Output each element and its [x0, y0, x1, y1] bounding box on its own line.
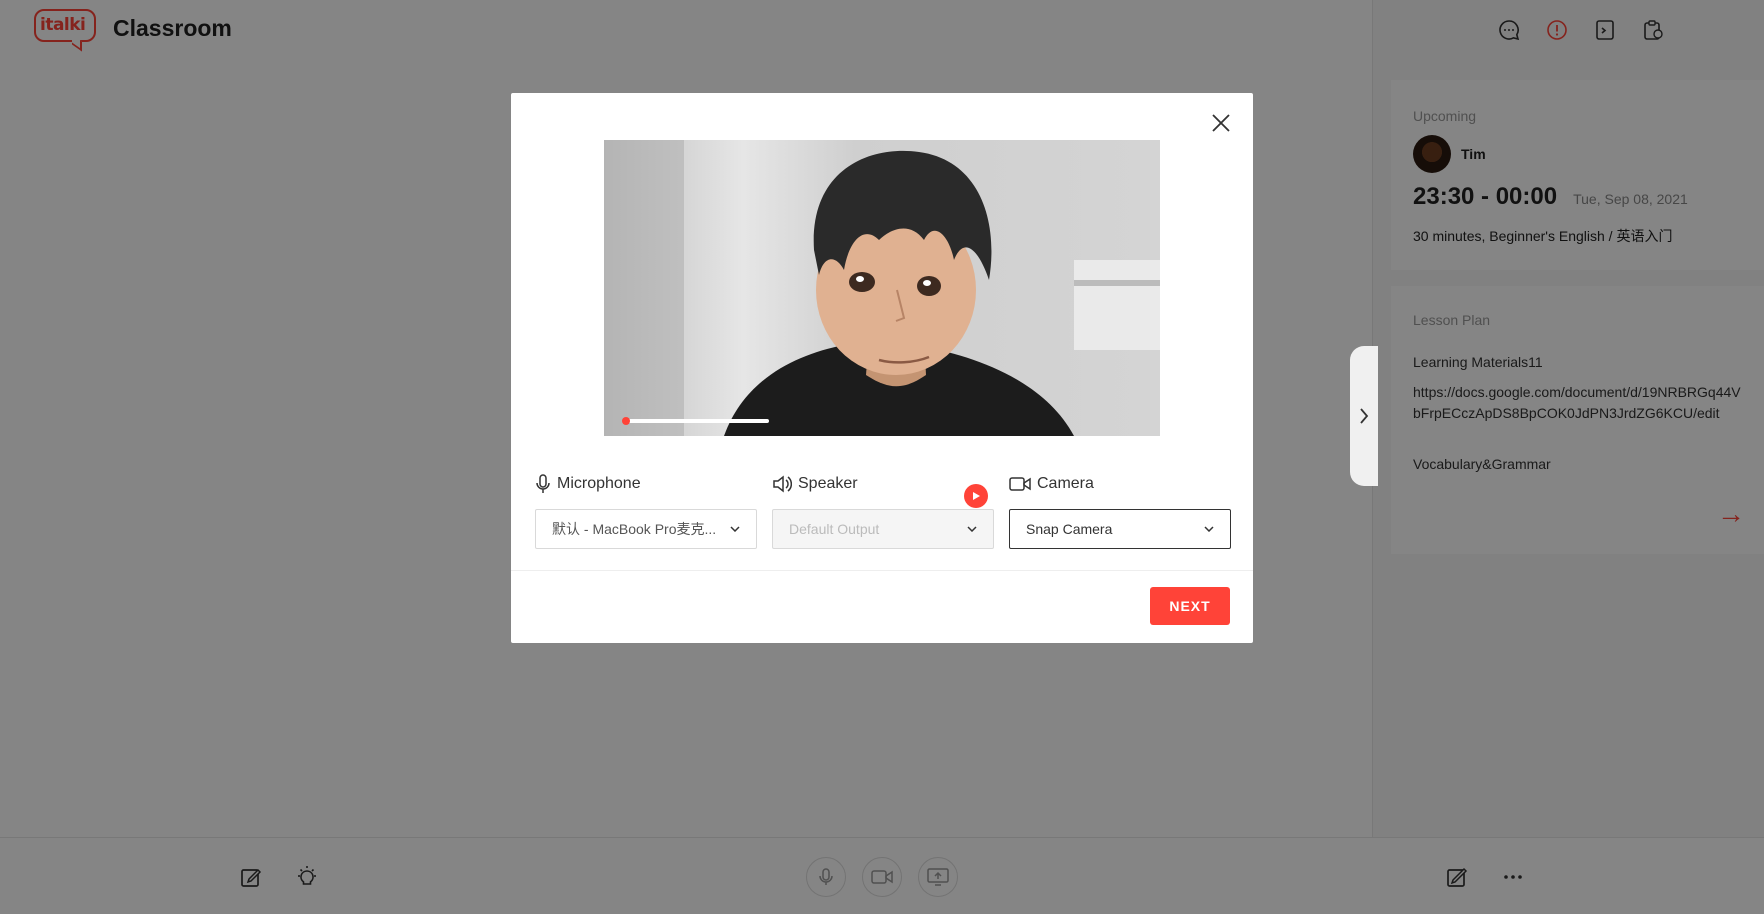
camera-preview-image [604, 140, 1160, 436]
camera-select[interactable]: Snap Camera [1009, 509, 1231, 549]
test-speaker-button[interactable] [964, 484, 988, 508]
chevron-down-icon [730, 526, 740, 532]
close-icon [1212, 114, 1230, 132]
microphone-select[interactable]: 默认 - MacBook Pro麦克... [535, 509, 757, 549]
speaker-label: Speaker [798, 475, 858, 492]
camera-label: Camera [1037, 475, 1094, 492]
speaker-selected-value: Default Output [789, 521, 880, 537]
camera-preview [604, 140, 1160, 436]
speaker-select[interactable]: Default Output [772, 509, 994, 549]
microphone-icon [536, 474, 550, 493]
close-button[interactable] [1208, 110, 1234, 136]
camera-group: Camera Snap Camera [1009, 473, 1231, 549]
chevron-right-icon [1360, 408, 1369, 424]
preview-progress-indicator [622, 417, 630, 425]
device-check-dialog: Microphone 默认 - MacBook Pro麦克... Speaker… [511, 93, 1253, 643]
microphone-selected-value: 默认 - MacBook Pro麦克... [552, 521, 717, 537]
collapse-sidebar-button[interactable] [1350, 346, 1378, 486]
preview-progress-bar [624, 419, 769, 423]
video-camera-icon [1009, 477, 1031, 491]
chevron-down-icon [967, 526, 977, 532]
next-button[interactable]: NEXT [1150, 587, 1230, 625]
microphone-group: Microphone 默认 - MacBook Pro麦克... [535, 473, 757, 549]
speaker-group: Speaker Default Output [772, 473, 994, 549]
camera-selected-value: Snap Camera [1026, 521, 1113, 537]
modal-divider [511, 570, 1253, 571]
speaker-icon [773, 475, 792, 493]
microphone-label: Microphone [557, 475, 641, 492]
chevron-down-icon [1204, 526, 1214, 532]
play-icon [973, 492, 980, 500]
